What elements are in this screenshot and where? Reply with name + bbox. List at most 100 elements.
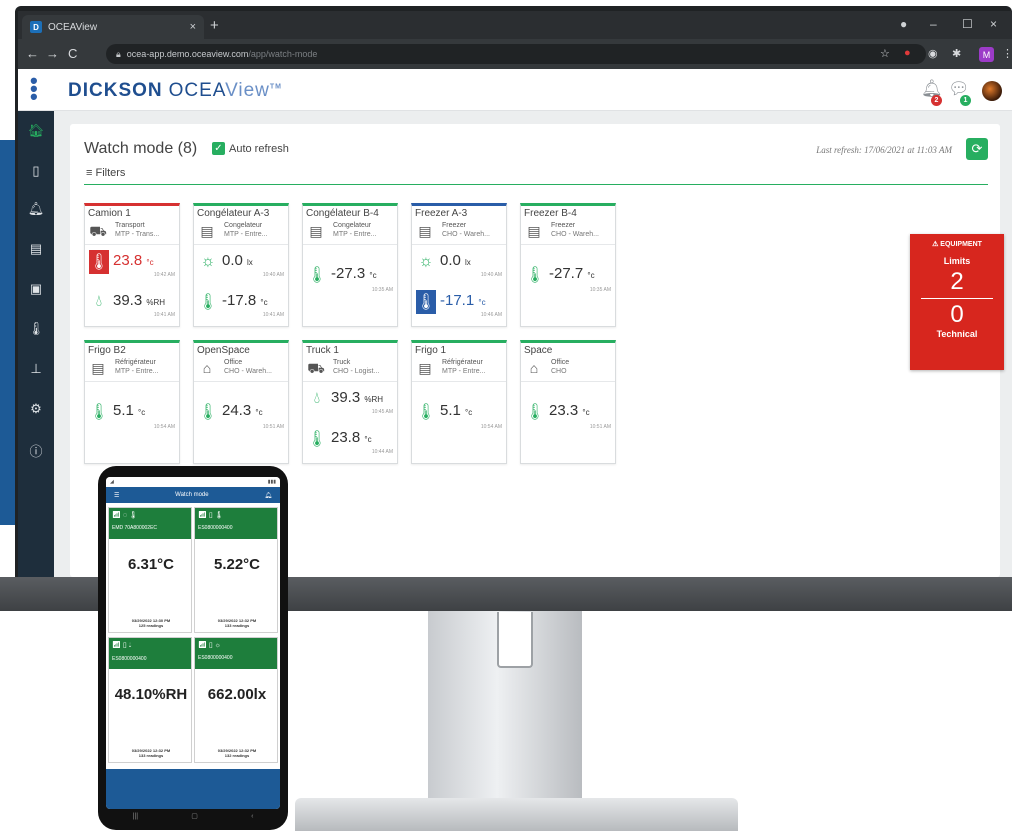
help-icon[interactable]: ⓘ [18, 441, 54, 461]
thermometer-icon: 🌡︎ [306, 267, 328, 284]
tile-sensor-id: ES0800000400 [198, 655, 233, 661]
back-button-icon[interactable]: ‹ [251, 813, 253, 820]
reading-value: -17.1 °c [440, 292, 486, 309]
thermometer-icon: 🌡︎ [524, 404, 546, 421]
auto-refresh-toggle[interactable]: ✓ Auto refresh [212, 142, 289, 155]
minimize-button[interactable]: – [930, 17, 937, 31]
device-card[interactable]: Freezer A-3 ▤ Freezer CHO - Wareh... ☼ 0… [411, 203, 507, 327]
card-divider [303, 381, 397, 382]
profile-avatar-icon[interactable]: M [979, 47, 994, 62]
device-name: Frigo B2 [88, 345, 126, 356]
phone-alarm-icon[interactable]: 🔔︎ [264, 492, 272, 499]
phone-sensor-tile[interactable]: 📶︎ ◌ 🌡︎ EMD 70A800002EC 6.31°C 03/29/202… [108, 507, 192, 633]
address-bar[interactable]: 🔒︎ ocea-app.demo.oceaview.com/app/watch-… [106, 44, 926, 64]
device-icon[interactable]: ▯ [18, 163, 54, 183]
report-icon[interactable]: ▤ [18, 241, 54, 261]
thermometer-icon: 🌡︎ [416, 290, 436, 314]
tile-timestamp: 03/29/2022 12:30 PM 125 readings [131, 618, 171, 628]
reading-time: 10:42 AM [153, 272, 175, 278]
battery-icon: ▮▮▮ [267, 479, 276, 485]
device-name: Congélateur A-3 [197, 208, 270, 219]
device-type: Freezer [551, 222, 576, 229]
recent-apps-icon[interactable]: ||| [133, 813, 138, 820]
tile-timestamp: 03/29/2022 12:32 PM 133 readings [131, 748, 171, 758]
browser-toolbar: ← → C 🔒︎ ocea-app.demo.oceaview.com/app/… [18, 39, 1012, 69]
phone-screen: ◢ ▮▮▮ ☰ Watch mode 🔔︎ 📶︎ ◌ 🌡︎ EMD 70A8000… [106, 477, 280, 809]
lock-icon: 🔒︎ [116, 48, 121, 59]
device-name: Freezer A-3 [415, 208, 468, 219]
reload-icon[interactable]: C [68, 46, 77, 61]
device-card[interactable]: Congélateur A-3 ▤ Congelateur MTP - Entr… [193, 203, 289, 327]
device-location: CHO [551, 368, 567, 375]
puzzle-extensions-icon[interactable]: ✱ [952, 47, 961, 60]
filter-icon: ≡ [86, 167, 93, 179]
back-arrow-icon[interactable]: ← [26, 46, 39, 61]
light-bulb-icon: ☼ [200, 253, 216, 270]
home-icon[interactable]: 🏠︎ [18, 123, 54, 143]
new-tab-button[interactable]: + [210, 17, 219, 34]
sensor-icon[interactable]: ▣ [18, 281, 54, 301]
browser-tab[interactable]: D OCEAView × [22, 15, 204, 39]
phone-sensor-tile[interactable]: 📶︎ ▯ 🌡︎ ES0800000400 5.22°C 03/29/2022 1… [194, 507, 278, 633]
device-card[interactable]: OpenSpace ⌂ Office CHO - Wareh... 🌡︎ 24.… [193, 340, 289, 464]
phone-sensor-tile[interactable]: 📶︎ ▯ ☼ ES0800000400 662.00lx 03/29/2022 … [194, 637, 278, 763]
tab-close-icon[interactable]: × [190, 21, 196, 33]
device-type: Transport [115, 222, 145, 229]
reading-value: 23.8 °c [113, 252, 154, 269]
tile-status-icons: 📶︎ ▯ 🌡︎ [198, 512, 224, 519]
tile-value: 662.00lx [207, 686, 267, 703]
sensor-reading: 🌡︎ -27.3 °c 10:35 AM [303, 261, 397, 297]
profile-dot-icon[interactable]: ● [900, 17, 907, 31]
refresh-button[interactable]: ⟳ [966, 138, 988, 160]
equipment-alarm-panel[interactable]: ⚠︎ EQUIPMENT Limits 2 0 Technical [910, 234, 1004, 370]
reading-time: 10:51 AM [589, 424, 611, 430]
user-avatar[interactable] [982, 81, 1002, 101]
device-card[interactable]: Truck 1 ⛟ Truck CHO - Logist... 💧︎ 39.3 … [302, 340, 398, 464]
device-name: Camion 1 [88, 208, 131, 219]
close-window-button[interactable]: × [990, 17, 997, 31]
app-menu-icon[interactable]: • • • [30, 70, 38, 108]
app-header: • • • DICKSON OCEAViewTM 🔔︎ 2 💬︎ 1 [18, 69, 1012, 111]
maximize-button[interactable]: ☐ [962, 17, 973, 31]
device-type: Office [551, 359, 570, 366]
device-location: MTP - Entre... [333, 231, 377, 238]
phone-app-bar: ☰ Watch mode 🔔︎ [106, 487, 280, 503]
hierarchy-icon[interactable]: ⊥ [18, 361, 54, 381]
reading-value: -17.8 °c [222, 292, 268, 309]
card-divider [194, 381, 288, 382]
bookmark-star-icon[interactable]: ☆ [880, 47, 890, 60]
phone-sensor-tile[interactable]: 📶︎ ▯ 💧︎ ES0800000400 48.10%RH 03/29/2022… [108, 637, 192, 763]
sensor-reading: 🌡︎ 23.3 °c 10:51 AM [521, 398, 615, 434]
filters-divider [84, 184, 988, 185]
tile-header: 📶︎ ◌ 🌡︎ EMD 70A800002EC [109, 508, 191, 539]
home-button-icon[interactable]: ▢ [191, 812, 198, 820]
browser-menu-icon[interactable]: ⋮ [1002, 47, 1012, 60]
thermometer-icon[interactable]: 🌡︎ [18, 321, 54, 341]
last-refresh-text: Last refresh: 17/06/2021 at 11:03 AM [816, 145, 952, 155]
filters-toggle[interactable]: ≡ Filters [86, 167, 125, 179]
card-divider [412, 244, 506, 245]
browser-tab-bar: D OCEAView × + ● – ☐ × [18, 11, 1012, 39]
settings-icon[interactable]: ⚙︎ [18, 401, 54, 421]
technical-label: Technical [936, 329, 978, 339]
reading-value: 0.0 lx [440, 252, 471, 269]
auto-refresh-label: Auto refresh [229, 142, 289, 155]
device-card[interactable]: Frigo B2 ▤ Réfrigérateur MTP - Entre... … [84, 340, 180, 464]
reading-time: 10:45 AM [371, 409, 393, 415]
extension-icon[interactable]: ◉ [928, 47, 938, 60]
sensor-reading: 🌡︎ 23.8 °c 10:44 AM [303, 425, 397, 461]
device-card[interactable]: Freezer B-4 ▤ Freezer CHO - Wareh... 🌡︎ … [520, 203, 616, 327]
checkbox-checked-icon[interactable]: ✓ [212, 142, 225, 155]
humidity-drop-icon: 💧︎ [95, 293, 103, 310]
device-card[interactable]: Space ⌂ Office CHO 🌡︎ 23.3 °c 10:51 AM [520, 340, 616, 464]
extension-red-icon[interactable]: ● [904, 47, 911, 59]
device-card[interactable]: Congélateur B-4 ▤ Congelateur MTP - Entr… [302, 203, 398, 327]
equipment-divider [921, 298, 993, 299]
device-type: Réfrigérateur [115, 359, 156, 366]
device-card[interactable]: Camion 1 ⛟ Transport MTP - Trans... 🌡︎ 2… [84, 203, 180, 327]
device-card[interactable]: Frigo 1 ▤ Réfrigérateur MTP - Entre... 🌡… [411, 340, 507, 464]
tile-sensor-id: EMD 70A800002EC [112, 525, 158, 531]
forward-arrow-icon[interactable]: → [46, 46, 59, 61]
alarm-bell-icon[interactable]: 🔔︎ [18, 201, 54, 221]
phone-menu-icon[interactable]: ☰ [114, 492, 119, 499]
